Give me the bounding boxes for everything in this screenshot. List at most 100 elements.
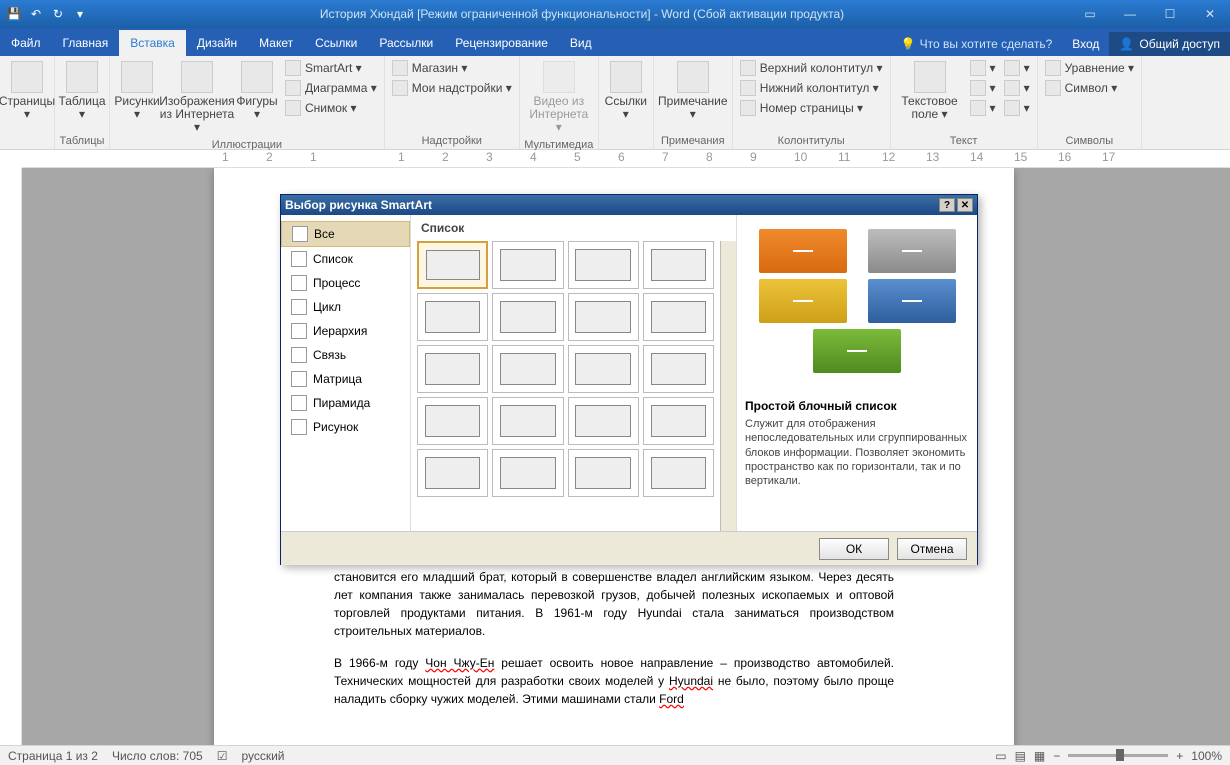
smartart-thumb[interactable] xyxy=(643,293,714,341)
ribbon-текстовое-поле[interactable]: Текстовое поле ▾ xyxy=(895,59,965,123)
window-title: История Хюндай [Режим ограниченной функц… xyxy=(94,7,1070,21)
category-пирамида[interactable]: Пирамида xyxy=(281,391,410,415)
view-print-icon[interactable]: ▤ xyxy=(1015,749,1026,763)
category-рисунок[interactable]: Рисунок xyxy=(281,415,410,439)
ribbon-text-tool[interactable]: ▾ xyxy=(1001,79,1033,97)
help-icon[interactable]: ? xyxy=(939,198,955,212)
ribbon-примечание[interactable]: Примечание ▾ xyxy=(658,59,728,123)
qat-more-icon[interactable]: ▾ xyxy=(72,6,88,22)
ruler-horizontal: 1211234567891011121314151617 xyxy=(22,150,1230,168)
smartart-thumb[interactable] xyxy=(417,293,488,341)
save-icon[interactable]: 💾 xyxy=(6,6,22,22)
ribbon-ссылки[interactable]: Ссылки ▾ xyxy=(603,59,649,123)
ribbon-страницы[interactable]: Страницы ▾ xyxy=(4,59,50,123)
ok-button[interactable]: ОК xyxy=(819,538,889,560)
dialog-title: Выбор рисунка SmartArt xyxy=(285,198,432,212)
status-language[interactable]: русский xyxy=(241,749,284,763)
ribbon-рисунки[interactable]: Рисунки ▾ xyxy=(114,59,160,123)
smartart-thumb[interactable] xyxy=(568,449,639,497)
ruler-vertical xyxy=(0,168,22,745)
smartart-thumb[interactable] xyxy=(568,241,639,289)
preview-description: Служит для отображения непоследовательны… xyxy=(745,417,969,488)
zoom-slider[interactable] xyxy=(1068,754,1168,757)
category-иерархия[interactable]: Иерархия xyxy=(281,319,410,343)
smartart-thumb[interactable] xyxy=(492,293,563,341)
category-все[interactable]: Все xyxy=(281,221,410,247)
cancel-button[interactable]: Отмена xyxy=(897,538,967,560)
menu-рецензирование[interactable]: Рецензирование xyxy=(444,30,559,56)
status-words[interactable]: Число слов: 705 xyxy=(112,749,203,763)
menu-дизайн[interactable]: Дизайн xyxy=(186,30,248,56)
bulb-icon: 💡 xyxy=(901,37,916,51)
ribbon-символ[interactable]: Символ ▾ xyxy=(1042,79,1137,97)
view-web-icon[interactable]: ▦ xyxy=(1034,749,1045,763)
smartart-thumb[interactable] xyxy=(417,449,488,497)
ribbon-text-tool[interactable]: ▾ xyxy=(967,99,999,117)
menu-главная[interactable]: Главная xyxy=(52,30,120,56)
ribbon-мои-надстройки[interactable]: Мои надстройки ▾ xyxy=(389,79,515,97)
category-матрица[interactable]: Матрица xyxy=(281,367,410,391)
dialog-close-icon[interactable]: ✕ xyxy=(957,198,973,212)
menu-вид[interactable]: Вид xyxy=(559,30,603,56)
category-связь[interactable]: Связь xyxy=(281,343,410,367)
smartart-thumb[interactable] xyxy=(417,397,488,445)
ribbon-text-tool[interactable]: ▾ xyxy=(967,59,999,77)
ribbon-text-tool[interactable]: ▾ xyxy=(1001,99,1033,117)
gallery-scrollbar[interactable] xyxy=(720,241,736,531)
close-icon[interactable]: ✕ xyxy=(1190,0,1230,28)
smartart-thumb[interactable] xyxy=(643,241,714,289)
smartart-thumb[interactable] xyxy=(568,293,639,341)
tell-me[interactable]: 💡Что вы хотите сделать? xyxy=(891,37,1063,51)
minimize-icon[interactable]: — xyxy=(1110,0,1150,28)
ribbon-smartart[interactable]: SmartArt ▾ xyxy=(282,59,380,77)
ribbon-нижний-колонтитул[interactable]: Нижний колонтитул ▾ xyxy=(737,79,886,97)
proofing-icon[interactable]: ☑ xyxy=(217,749,228,763)
smartart-thumb[interactable] xyxy=(643,345,714,393)
ribbon-номер-страницы[interactable]: Номер страницы ▾ xyxy=(737,99,886,117)
smartart-thumb[interactable] xyxy=(492,397,563,445)
zoom-level[interactable]: 100% xyxy=(1191,749,1222,763)
menu-вставка[interactable]: Вставка xyxy=(119,30,186,56)
person-icon: 👤 xyxy=(1119,37,1134,51)
view-read-icon[interactable]: ▭ xyxy=(995,749,1006,763)
zoom-in-icon[interactable]: + xyxy=(1176,749,1183,763)
category-цикл[interactable]: Цикл xyxy=(281,295,410,319)
undo-icon[interactable]: ↶ xyxy=(28,6,44,22)
share-button[interactable]: 👤Общий доступ xyxy=(1109,32,1230,56)
menu-ссылки[interactable]: Ссылки xyxy=(304,30,368,56)
ribbon-магазин[interactable]: Магазин ▾ xyxy=(389,59,515,77)
ribbon-options-icon[interactable]: ▭ xyxy=(1070,0,1110,28)
zoom-out-icon[interactable]: − xyxy=(1053,749,1060,763)
smartart-thumb[interactable] xyxy=(417,241,488,289)
smartart-dialog: Выбор рисунка SmartArt ? ✕ ВсеСписокПроц… xyxy=(280,194,978,565)
maximize-icon[interactable]: ☐ xyxy=(1150,0,1190,28)
ribbon-таблица[interactable]: Таблица ▾ xyxy=(59,59,105,123)
gallery-section-title: Список xyxy=(411,215,736,241)
menu-макет[interactable]: Макет xyxy=(248,30,304,56)
category-список[interactable]: Список xyxy=(281,247,410,271)
smartart-thumb[interactable] xyxy=(492,241,563,289)
smartart-thumb[interactable] xyxy=(492,449,563,497)
ribbon-верхний-колонтитул[interactable]: Верхний колонтитул ▾ xyxy=(737,59,886,77)
paragraph: В 1966-м году Чон Чжу-Ен решает освоить … xyxy=(334,654,894,708)
smartart-thumb[interactable] xyxy=(568,397,639,445)
menu-файл[interactable]: Файл xyxy=(0,30,52,56)
ribbon-text-tool[interactable]: ▾ xyxy=(1001,59,1033,77)
smartart-thumb[interactable] xyxy=(643,397,714,445)
smartart-thumb[interactable] xyxy=(417,345,488,393)
preview-title: Простой блочный список xyxy=(745,399,969,413)
ribbon-фигуры[interactable]: Фигуры ▾ xyxy=(234,59,280,123)
smartart-thumb[interactable] xyxy=(568,345,639,393)
redo-icon[interactable]: ↻ xyxy=(50,6,66,22)
ribbon-снимок[interactable]: Снимок ▾ xyxy=(282,99,380,117)
category-процесс[interactable]: Процесс xyxy=(281,271,410,295)
ribbon-диаграмма[interactable]: Диаграмма ▾ xyxy=(282,79,380,97)
status-page[interactable]: Страница 1 из 2 xyxy=(8,749,98,763)
menu-рассылки[interactable]: Рассылки xyxy=(368,30,444,56)
smartart-thumb[interactable] xyxy=(643,449,714,497)
ribbon-уравнение[interactable]: Уравнение ▾ xyxy=(1042,59,1137,77)
sign-in[interactable]: Вход xyxy=(1062,37,1109,51)
ribbon-изображения-из-интернета[interactable]: Изображения из Интернета ▾ xyxy=(162,59,232,137)
ribbon-text-tool[interactable]: ▾ xyxy=(967,79,999,97)
smartart-thumb[interactable] xyxy=(492,345,563,393)
